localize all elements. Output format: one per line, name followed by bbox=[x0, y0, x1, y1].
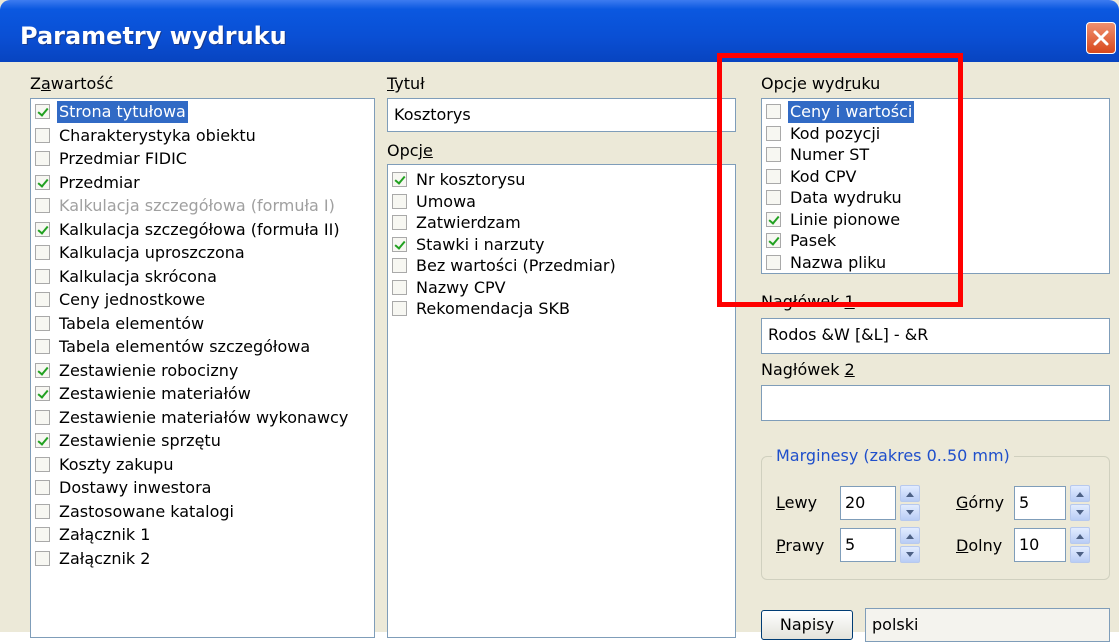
gorny-label: Górny bbox=[956, 493, 1005, 512]
checkbox-icon[interactable] bbox=[35, 409, 50, 425]
list-item-label: Strona tytułowa bbox=[56, 100, 189, 124]
language-field[interactable]: polski bbox=[865, 608, 1110, 642]
list-item-label: Stawki i narzuty bbox=[416, 234, 545, 254]
checkbox-checked-icon[interactable] bbox=[392, 172, 407, 187]
zawartosc-label: Zawartość bbox=[30, 74, 114, 93]
list-item-label: Kalkulacja skrócona bbox=[59, 266, 217, 286]
list-item-label: Załącznik 1 bbox=[59, 525, 151, 544]
list-item-label: Tabela elementów szczegółowa bbox=[59, 337, 311, 356]
spin-up-icon[interactable] bbox=[1070, 527, 1090, 544]
naglowek2-label: Nagłówek 2 bbox=[761, 360, 855, 379]
checkbox-checked-icon[interactable] bbox=[392, 236, 407, 252]
spin-down-icon[interactable] bbox=[1070, 546, 1090, 563]
checkbox-icon[interactable] bbox=[35, 527, 50, 542]
checkbox-icon[interactable] bbox=[35, 127, 50, 143]
list-item-label: Umowa bbox=[416, 191, 476, 211]
prawy-input[interactable]: 5 bbox=[840, 528, 896, 562]
highlight-annotation bbox=[717, 53, 963, 307]
gorny-input[interactable]: 5 bbox=[1014, 486, 1066, 520]
list-item-label: Ceny jednostkowe bbox=[59, 290, 206, 309]
checkbox-checked-icon[interactable] bbox=[35, 104, 50, 119]
checkbox-icon[interactable] bbox=[392, 258, 407, 273]
spin-down-icon[interactable] bbox=[1070, 504, 1090, 521]
tytul-input[interactable]: Kosztorys bbox=[387, 98, 736, 132]
list-item-label: Zestawienie sprzętu bbox=[59, 431, 221, 450]
list-item-label: Zestawienie robocizny bbox=[59, 360, 239, 380]
gorny-spinner[interactable] bbox=[1070, 485, 1090, 521]
list-item-label: Kalkulacja szczegółowa (formuła I) bbox=[59, 196, 335, 215]
checkbox-icon[interactable] bbox=[392, 301, 407, 316]
list-item-label: Rekomendacja SKB bbox=[416, 299, 571, 318]
prawy-label: Prawy bbox=[776, 536, 825, 555]
list-item-label: Przedmiar FIDIC bbox=[59, 149, 187, 168]
spin-up-icon[interactable] bbox=[900, 527, 920, 544]
list-item-label: Kalkulacja szczegółowa (formuła II) bbox=[59, 219, 340, 239]
checkbox-icon[interactable] bbox=[35, 456, 50, 472]
close-button[interactable] bbox=[1086, 22, 1116, 54]
list-item-label: Tabela elementów bbox=[59, 313, 205, 333]
lewy-input[interactable]: 20 bbox=[840, 486, 896, 520]
checkbox-icon[interactable] bbox=[35, 198, 50, 213]
spin-down-icon[interactable] bbox=[900, 546, 920, 563]
opcje-label: Opcje bbox=[387, 141, 433, 160]
prawy-spinner[interactable] bbox=[900, 527, 920, 563]
checkbox-icon[interactable] bbox=[35, 315, 50, 331]
marginesy-title: Marginesy (zakres 0..50 mm) bbox=[772, 446, 1014, 465]
list-item-label: Zestawienie materiałów bbox=[59, 384, 251, 403]
list-item-label: Nazwy CPV bbox=[416, 277, 506, 297]
checkbox-icon[interactable] bbox=[35, 550, 50, 566]
zawartosc-list[interactable]: Strona tytułowa Charakterystyka obiektu Pr… bbox=[30, 98, 375, 638]
checkbox-icon[interactable] bbox=[392, 279, 407, 295]
checkbox-checked-icon[interactable] bbox=[35, 386, 50, 401]
list-item-label: Zestawienie materiałów wykonawcy bbox=[59, 407, 349, 427]
checkbox-icon[interactable] bbox=[392, 215, 407, 230]
list-item-label: Załącznik 2 bbox=[59, 548, 151, 568]
spin-up-icon[interactable] bbox=[900, 485, 920, 502]
window-title: Parametry wydruku bbox=[20, 22, 287, 50]
checkbox-icon[interactable] bbox=[35, 245, 50, 260]
checkbox-icon[interactable] bbox=[35, 503, 50, 519]
list-item-label: Bez wartości (Przedmiar) bbox=[416, 256, 616, 275]
list-item-label: Zastosowane katalogi bbox=[59, 501, 234, 521]
list-item-label: Nr kosztorysu bbox=[416, 170, 526, 189]
dolny-input[interactable]: 10 bbox=[1014, 528, 1066, 562]
list-item-label: Przedmiar bbox=[59, 172, 140, 192]
dolny-spinner[interactable] bbox=[1070, 527, 1090, 563]
checkbox-icon[interactable] bbox=[35, 292, 50, 307]
checkbox-checked-icon[interactable] bbox=[35, 221, 50, 237]
naglowek2-input[interactable] bbox=[761, 385, 1110, 421]
opcje-list[interactable]: Nr kosztorysu Umowa Zatwierdzam Stawki i na… bbox=[387, 164, 736, 638]
checkbox-icon[interactable] bbox=[35, 339, 50, 354]
checkbox-checked-icon[interactable] bbox=[35, 433, 50, 448]
list-item-label: Zatwierdzam bbox=[416, 213, 521, 232]
checkbox-icon[interactable] bbox=[35, 480, 50, 495]
list-item-label: Koszty zakupu bbox=[59, 454, 174, 474]
list-item-label: Dostawy inwestora bbox=[59, 478, 212, 497]
napisy-button[interactable]: Napisy bbox=[761, 610, 853, 640]
checkbox-icon[interactable] bbox=[35, 151, 50, 166]
lewy-label: Lewy bbox=[776, 493, 818, 512]
print-parameters-dialog: Parametry wydruku Zawartość Strona tytuł… bbox=[0, 0, 1119, 642]
close-icon bbox=[1093, 30, 1109, 46]
checkbox-checked-icon[interactable] bbox=[35, 174, 50, 190]
spin-down-icon[interactable] bbox=[900, 504, 920, 521]
dolny-label: Dolny bbox=[956, 536, 1003, 555]
spin-up-icon[interactable] bbox=[1070, 485, 1090, 502]
list-item-label: Charakterystyka obiektu bbox=[59, 125, 256, 145]
naglowek1-input[interactable]: Rodos &W [&L] - &R bbox=[761, 318, 1110, 354]
lewy-spinner[interactable] bbox=[900, 485, 920, 521]
checkbox-icon[interactable] bbox=[392, 193, 407, 209]
list-item-label: Kalkulacja uproszczona bbox=[59, 243, 245, 262]
tytul-label: Tytuł bbox=[387, 74, 425, 93]
checkbox-icon[interactable] bbox=[35, 268, 50, 284]
checkbox-checked-icon[interactable] bbox=[35, 362, 50, 378]
